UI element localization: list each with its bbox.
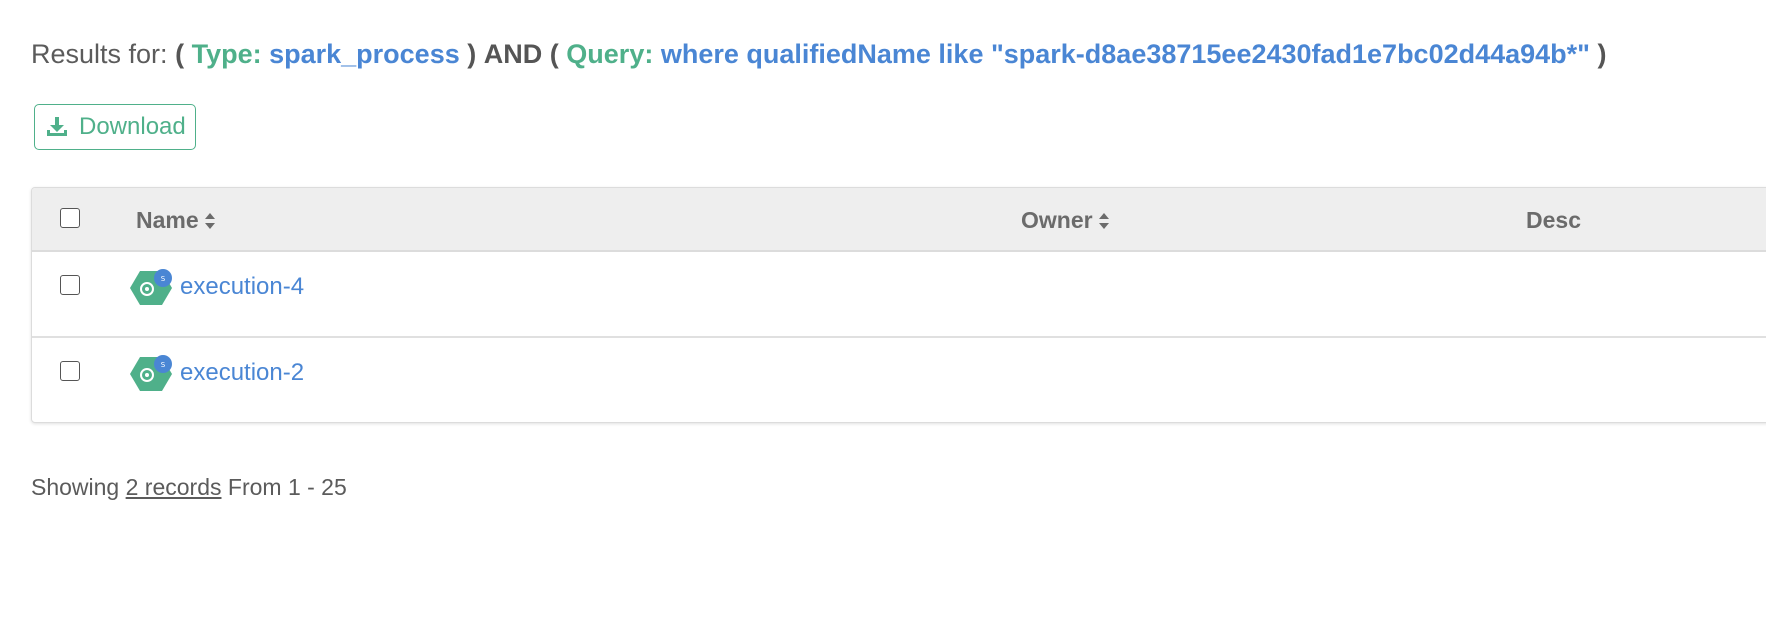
- results-query-summary: Results for: ( Type: spark_process ) AND…: [31, 34, 1607, 74]
- sort-icon[interactable]: [204, 212, 216, 230]
- type-value: spark_process: [269, 39, 460, 69]
- row-checkbox[interactable]: [60, 361, 80, 381]
- close-paren: ): [467, 39, 477, 69]
- download-button[interactable]: Download: [34, 104, 196, 150]
- open-paren: (: [549, 39, 559, 69]
- download-label: Download: [79, 113, 186, 140]
- spark-process-icon: S: [130, 355, 174, 393]
- showing-label: Showing: [31, 474, 120, 500]
- entity-name-link[interactable]: execution-4: [180, 273, 304, 301]
- row-checkbox[interactable]: [60, 275, 80, 295]
- and-operator: AND: [483, 39, 543, 69]
- table-row: S execution-4: [32, 252, 1766, 338]
- sort-icon[interactable]: [1098, 212, 1110, 230]
- records-count-link[interactable]: 2 records: [126, 474, 222, 500]
- results-prefix: Results for:: [31, 39, 168, 69]
- column-header-owner[interactable]: Owner: [1021, 207, 1110, 234]
- table-header: Name Owner Desc: [32, 188, 1766, 252]
- table-row: S execution-2: [32, 338, 1766, 422]
- column-header-name[interactable]: Name: [136, 207, 216, 234]
- entity-name-link[interactable]: execution-2: [180, 359, 304, 387]
- pagination-summary: Showing 2 records From 1 - 25: [31, 474, 347, 501]
- select-all-checkbox[interactable]: [60, 208, 80, 228]
- column-label: Desc: [1526, 207, 1581, 233]
- range-label: From 1 - 25: [227, 474, 347, 500]
- query-key: Query:: [566, 39, 654, 69]
- column-label: Owner: [1021, 207, 1093, 233]
- open-paren: (: [175, 39, 185, 69]
- column-header-description[interactable]: Desc: [1526, 207, 1581, 234]
- type-key: Type:: [191, 39, 262, 69]
- download-icon: [45, 115, 69, 139]
- results-table: Name Owner Desc S execution-4 S executio…: [31, 187, 1766, 423]
- query-value: where qualifiedName like "spark-d8ae3871…: [660, 39, 1590, 69]
- search-results-page: Results for: ( Type: spark_process ) AND…: [0, 0, 1766, 618]
- spark-process-icon: S: [130, 269, 174, 307]
- svg-text:S: S: [161, 361, 166, 369]
- close-paren: ): [1597, 39, 1607, 69]
- column-label: Name: [136, 207, 199, 233]
- svg-text:S: S: [161, 275, 166, 283]
